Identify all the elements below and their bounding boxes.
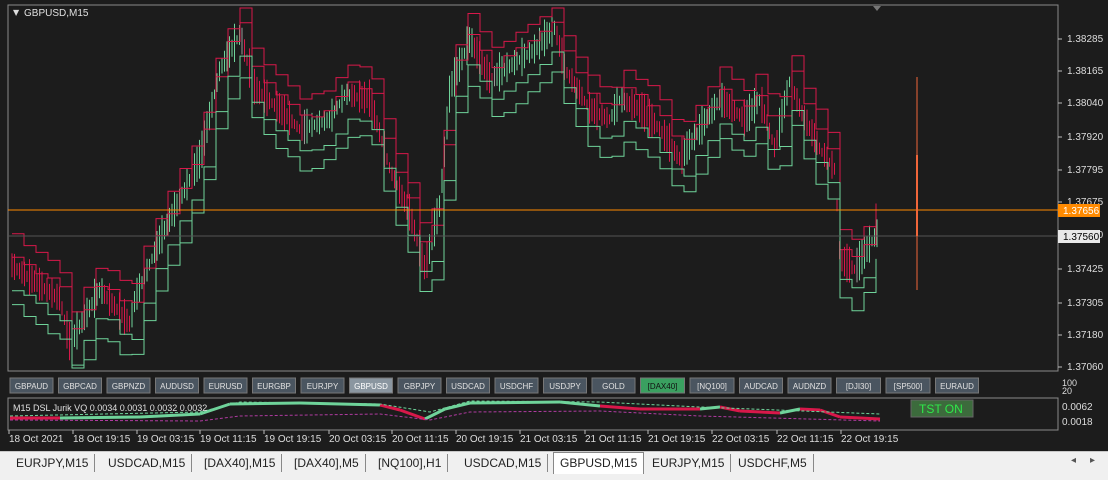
symbol-button-label: [SP500] bbox=[894, 382, 922, 391]
symbol-button-label: EURGBP bbox=[257, 382, 291, 391]
time-axis: 18 Oct 2021 18 Oct 19:15 19 Oct 03:15 19 Oc… bbox=[8, 430, 899, 445]
chart-tab-5[interactable]: USDCAD,M15 bbox=[458, 454, 549, 472]
price-scale: 1.38285 1.38165 1.38040 1.37920 1.37795 1.376… bbox=[1058, 34, 1104, 373]
symbol-button-label: GBPUSD bbox=[354, 382, 388, 391]
indicator-scale-low: 0.0018 bbox=[1062, 417, 1093, 428]
chart-window: ▼ GBPUSD,M15 1.38285 1.38165 1.38040 1.3792… bbox=[0, 0, 1108, 451]
chart-tabs-bar: EURJPY,M15 USDCAD,M15 [DAX40],M15 [DAX40],M… bbox=[0, 451, 1108, 480]
symbol-button-label: GBPCAD bbox=[63, 382, 97, 391]
time-label: 19 Oct 11:15 bbox=[200, 434, 257, 445]
tabs-scroll-right-icon[interactable]: ▸ bbox=[1090, 455, 1095, 466]
symbol-button-label: [DJI30] bbox=[846, 382, 871, 391]
tst-button-label: TST ON bbox=[919, 402, 963, 416]
price-level-label: 1.37060 bbox=[1067, 362, 1104, 373]
symbol-button-label: AUDNZD bbox=[793, 382, 827, 391]
time-label: 18 Oct 19:15 bbox=[73, 434, 131, 445]
chart-title: GBPUSD,M15 bbox=[24, 8, 89, 19]
time-label: 19 Oct 03:15 bbox=[137, 434, 195, 445]
indicator-segment bbox=[839, 415, 881, 421]
indicator-segment bbox=[59, 415, 141, 420]
price-level-label: 1.37425 bbox=[1067, 264, 1104, 275]
time-label: 19 Oct 19:15 bbox=[264, 434, 322, 445]
time-label: 18 Oct 2021 bbox=[9, 434, 64, 445]
time-label: 22 Oct 03:15 bbox=[712, 434, 770, 445]
time-label: 22 Oct 11:15 bbox=[777, 434, 834, 445]
symbol-button-label: AUDUSD bbox=[160, 382, 194, 391]
price-tag-orange-text: 1.37656 bbox=[1063, 206, 1100, 217]
symbol-button-label: AUDCAD bbox=[744, 382, 778, 391]
chart-tab-0[interactable]: EURJPY,M15 bbox=[10, 454, 96, 472]
price-level-label: 1.38040 bbox=[1067, 98, 1104, 109]
chart-tab-7[interactable]: EURJPY,M15 bbox=[646, 454, 732, 472]
symbol-button-label: GBPNZD bbox=[112, 382, 146, 391]
chart-tab-1[interactable]: USDCAD,M15 bbox=[102, 454, 193, 472]
indicator-segment bbox=[739, 409, 781, 415]
symbol-button-label: USDCAD bbox=[451, 382, 485, 391]
indicator-segment bbox=[799, 407, 821, 412]
chart-tab-6[interactable]: GBPUSD,M15 bbox=[553, 452, 645, 474]
price-level-label: 1.38285 bbox=[1067, 34, 1104, 45]
time-label: 20 Oct 03:15 bbox=[329, 434, 387, 445]
price-tag-white-text: 1.37560 bbox=[1063, 232, 1100, 243]
main-plot-area[interactable] bbox=[7, 4, 1059, 372]
symbol-button-label: EURUSD bbox=[209, 382, 243, 391]
tabs-scroll-left-icon[interactable]: ◂ bbox=[1071, 455, 1076, 466]
symbol-button-label: GBPAUD bbox=[15, 382, 48, 391]
indicator-segment bbox=[469, 400, 561, 405]
time-label: 21 Oct 11:15 bbox=[585, 434, 642, 445]
indicator-label: M15 DSL Jurik VQ 0.0034 0.0031 0.0032 0.… bbox=[13, 403, 207, 413]
symbol-button-label: [DAX40] bbox=[648, 382, 678, 391]
symbol-button-label: EURJPY bbox=[307, 382, 339, 391]
time-label: 22 Oct 19:15 bbox=[841, 434, 899, 445]
price-level-label: 1.37920 bbox=[1067, 132, 1104, 143]
chart-tab-4[interactable]: [NQ100],H1 bbox=[372, 454, 449, 472]
chart-tab-3[interactable]: [DAX40],M5 bbox=[288, 454, 366, 472]
time-label: 20 Oct 11:15 bbox=[392, 434, 449, 445]
time-label: 20 Oct 19:15 bbox=[456, 434, 514, 445]
price-level-label: 1.37795 bbox=[1067, 165, 1104, 176]
chart-tab-8[interactable]: USDCHF,M5 bbox=[732, 454, 814, 472]
indicator-scale-high: 0.0062 bbox=[1062, 402, 1093, 413]
price-level-label: 1.37180 bbox=[1067, 330, 1104, 341]
symbol-button-label: GBPJPY bbox=[404, 382, 436, 391]
chart-tab-2[interactable]: [DAX40],M15 bbox=[198, 454, 283, 472]
symbol-button-label: [NQ100] bbox=[697, 382, 727, 391]
time-label: 21 Oct 03:15 bbox=[520, 434, 578, 445]
time-label: 21 Oct 19:15 bbox=[648, 434, 706, 445]
symbol-button-label: EURAUD bbox=[940, 382, 974, 391]
symbol-button-label: GOLD bbox=[602, 382, 625, 391]
collapse-arrow-icon[interactable]: ▼ bbox=[13, 8, 20, 17]
symbol-button-label: USDJPY bbox=[549, 382, 581, 391]
indicator-scale-20: 20 bbox=[1062, 386, 1072, 396]
symbol-button-label: USDCHF bbox=[500, 382, 533, 391]
price-level-label: 1.38165 bbox=[1067, 66, 1104, 77]
price-level-label: 1.37305 bbox=[1067, 298, 1104, 309]
